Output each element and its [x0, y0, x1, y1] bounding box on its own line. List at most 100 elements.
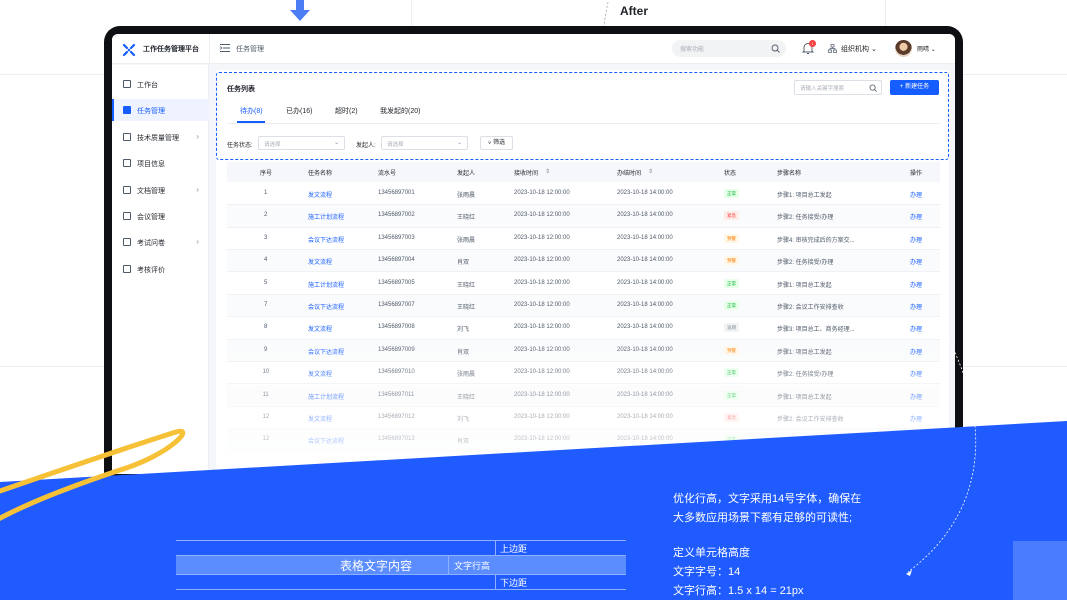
app-title: 工作任务管理平台 — [143, 46, 199, 53]
user-name: 雨晴 — [917, 47, 930, 53]
process-action-link[interactable]: 办理 — [910, 369, 922, 378]
org-dropdown[interactable]: 组织机构 ⌄ — [841, 44, 877, 54]
initiator: 肖双 — [457, 439, 470, 446]
meeting-icon — [123, 212, 131, 220]
tab-done[interactable]: 已办(16) — [286, 106, 312, 116]
status-badge: 正常 — [724, 278, 739, 288]
search-icon[interactable] — [869, 84, 877, 92]
sidebar-item-label: 工作台 — [137, 82, 158, 89]
step-name: 步骤2: 会议工作安排查收 — [777, 417, 844, 423]
column-header[interactable]: 办结时间 — [617, 168, 641, 177]
filter-button[interactable]: ⩒ 筛选 — [480, 136, 513, 150]
column-header[interactable]: 接收时间 — [514, 168, 538, 177]
initiator-select[interactable]: 请选择 ⌄ — [381, 136, 468, 150]
search-placeholder: 搜索功能 — [680, 47, 705, 53]
task-name-link[interactable]: 发文流程 — [308, 369, 332, 378]
table-row: 8 发文流程 13456897008 刘飞 2023-10-18 12:00:00 202… — [227, 317, 940, 340]
chevron-right-icon: › — [196, 131, 199, 141]
serial-number: 13456897009 — [378, 346, 415, 353]
row-index: 8 — [264, 324, 268, 331]
keyword-search-input[interactable]: 请输入关键字搜索 — [794, 80, 882, 95]
table-row: 3 会议下达流程 13456897003 张雨晨 2023-10-18 12:00:00… — [227, 227, 940, 251]
task-name-link[interactable]: 发文流程 — [308, 414, 332, 423]
annotation-line-2: 大多数应用场景下都有足够的可读性; — [673, 512, 853, 524]
sidebar-item-8[interactable]: 考核评价 — [112, 258, 209, 280]
process-action-link[interactable]: 办理 — [910, 414, 922, 423]
tab-initiated[interactable]: 我发起的(20) — [380, 106, 420, 116]
process-action-link[interactable]: 办理 — [910, 347, 922, 356]
sidebar-item-2[interactable]: 任务管理 — [112, 99, 209, 122]
status-badge: 正常 — [724, 301, 739, 310]
sidebar-item-7[interactable]: 考试问卷 › — [112, 231, 209, 253]
task-name-link[interactable]: 施工计划流程 — [308, 392, 344, 401]
global-search-input[interactable]: 搜索功能 — [672, 40, 786, 57]
task-name-link[interactable]: 会议下达流程 — [308, 436, 344, 445]
after-label: After — [620, 4, 649, 18]
sidebar-item-5[interactable]: 文档管理 › — [112, 179, 209, 201]
completed-time: 2023-10-18 14:00:00 — [617, 369, 673, 376]
completed-time: 2023-10-18 14:00:00 — [617, 279, 673, 286]
process-action-link[interactable]: 办理 — [910, 257, 922, 266]
sidebar-item-1[interactable]: 工作台 — [112, 73, 209, 95]
sidebar-item-3[interactable]: 技术质量管理 › — [112, 126, 209, 148]
process-action-link[interactable]: 办理 — [910, 436, 922, 445]
diagram-separator — [495, 574, 496, 590]
received-time: 2023-10-18 12:00:00 — [514, 212, 570, 219]
new-task-button[interactable]: + 新建任务 — [890, 80, 939, 95]
chevron-right-icon: › — [196, 237, 199, 247]
menu-fold-icon[interactable] — [220, 44, 230, 52]
serial-number: 13456897011 — [378, 391, 415, 398]
search-icon[interactable] — [771, 44, 780, 53]
task-name-link[interactable]: 发文流程 — [308, 324, 332, 333]
project-icon — [123, 159, 131, 168]
step-name: 步骤1: 项目总工发起 — [777, 193, 832, 199]
task-name-link[interactable]: 发文流程 — [308, 257, 332, 266]
table-header: 序号 任务名称 流水号 发起人 接收时间 ⇕ 办结时间 ⇕ 状态 步骤名称 操作 — [227, 162, 940, 182]
corner-decoration — [1013, 541, 1067, 600]
status-badge: 预警 — [724, 345, 739, 355]
chevron-down-icon: ⌄ — [333, 140, 339, 146]
org-structure-icon — [828, 44, 837, 53]
initiator: 张雨晨 — [457, 372, 476, 379]
row-index: 9 — [264, 346, 268, 353]
process-action-link[interactable]: 办理 — [910, 302, 922, 311]
task-name-link[interactable]: 会议下达流程 — [308, 347, 344, 356]
filter-label: 筛选 — [493, 140, 506, 146]
process-action-link[interactable]: 办理 — [910, 212, 922, 221]
task-name-link[interactable]: 会议下达流程 — [308, 235, 344, 244]
process-action-link[interactable]: 办理 — [910, 324, 922, 333]
serial-number: 13456897012 — [378, 414, 415, 420]
initiator: 刘飞 — [457, 327, 470, 334]
status-badge: 预警 — [724, 256, 739, 266]
header-divider — [209, 34, 210, 64]
serial-number: 13456897013 — [378, 436, 415, 443]
status-badge: 正常 — [724, 435, 739, 445]
chevron-down-icon: ⌄ — [930, 47, 936, 53]
task-name-link[interactable]: 施工计划流程 — [308, 212, 344, 221]
avatar[interactable] — [895, 40, 912, 57]
task-name-link[interactable]: 施工计划流程 — [308, 280, 344, 289]
sort-icon[interactable]: ⇕ — [648, 168, 653, 175]
process-action-link[interactable]: 办理 — [910, 235, 922, 244]
process-action-link[interactable]: 办理 — [910, 392, 922, 401]
process-action-link[interactable]: 办理 — [910, 280, 922, 289]
sidebar-item-6[interactable]: 会议管理 — [112, 205, 209, 227]
sidebar-item-label: 技术质量管理 — [137, 134, 179, 142]
status-select[interactable]: 请选择 ⌄ — [258, 136, 345, 150]
sort-icon[interactable]: ⇕ — [545, 168, 550, 175]
completed-time: 2023-10-18 14:00:00 — [617, 346, 673, 353]
tab-todo[interactable]: 待办(8) — [240, 106, 263, 116]
tabs-divider — [227, 123, 940, 124]
sidebar-item-label: 任务管理 — [137, 108, 165, 116]
initiator: 肖双 — [457, 349, 470, 356]
column-header: 任务名称 — [308, 171, 333, 177]
row-index: 10 — [262, 369, 270, 376]
task-name-link[interactable]: 发文流程 — [308, 190, 332, 199]
sidebar-item-4[interactable]: 项目信息 — [112, 152, 209, 174]
task-name-link[interactable]: 会议下达流程 — [308, 302, 344, 311]
received-time: 2023-10-18 12:00:00 — [514, 391, 570, 398]
process-action-link[interactable]: 办理 — [910, 190, 922, 199]
tab-overdue[interactable]: 超时(2) — [335, 106, 358, 116]
table-row: 10 发文流程 13456897010 张雨晨 2023-10-18 12:00:00 2… — [227, 362, 940, 385]
user-menu[interactable]: 雨晴 ⌄ — [917, 44, 936, 53]
